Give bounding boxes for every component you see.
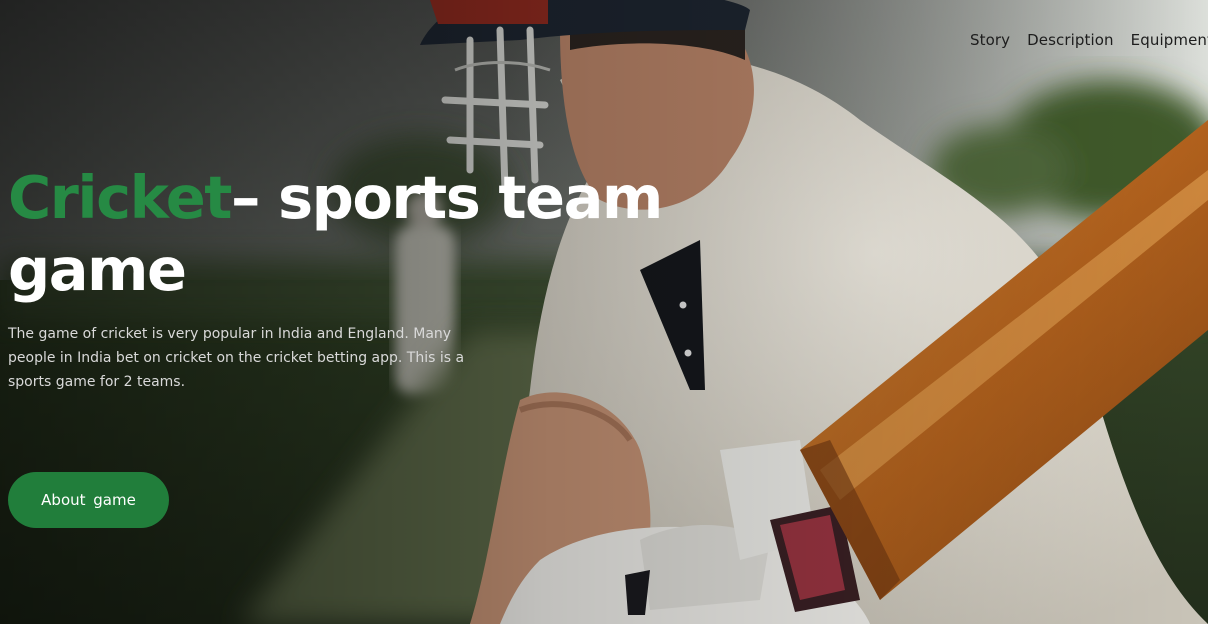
hero-section: Story Description Equipment Cricket– spo… bbox=[0, 0, 1208, 624]
hero-description: The game of cricket is very popular in I… bbox=[8, 326, 465, 390]
nav-item-story[interactable]: Story bbox=[970, 31, 1010, 49]
about-game-button[interactable]: About game bbox=[8, 472, 169, 528]
hero-title: Cricket– sports team game bbox=[8, 162, 708, 306]
nav-item-description[interactable]: Description bbox=[1027, 31, 1114, 49]
hero-title-accent: Cricket bbox=[8, 163, 232, 232]
hero-background-image bbox=[0, 0, 1208, 624]
nav-item-equipment[interactable]: Equipment bbox=[1131, 31, 1208, 49]
top-navigation: Story Description Equipment bbox=[970, 31, 1208, 49]
